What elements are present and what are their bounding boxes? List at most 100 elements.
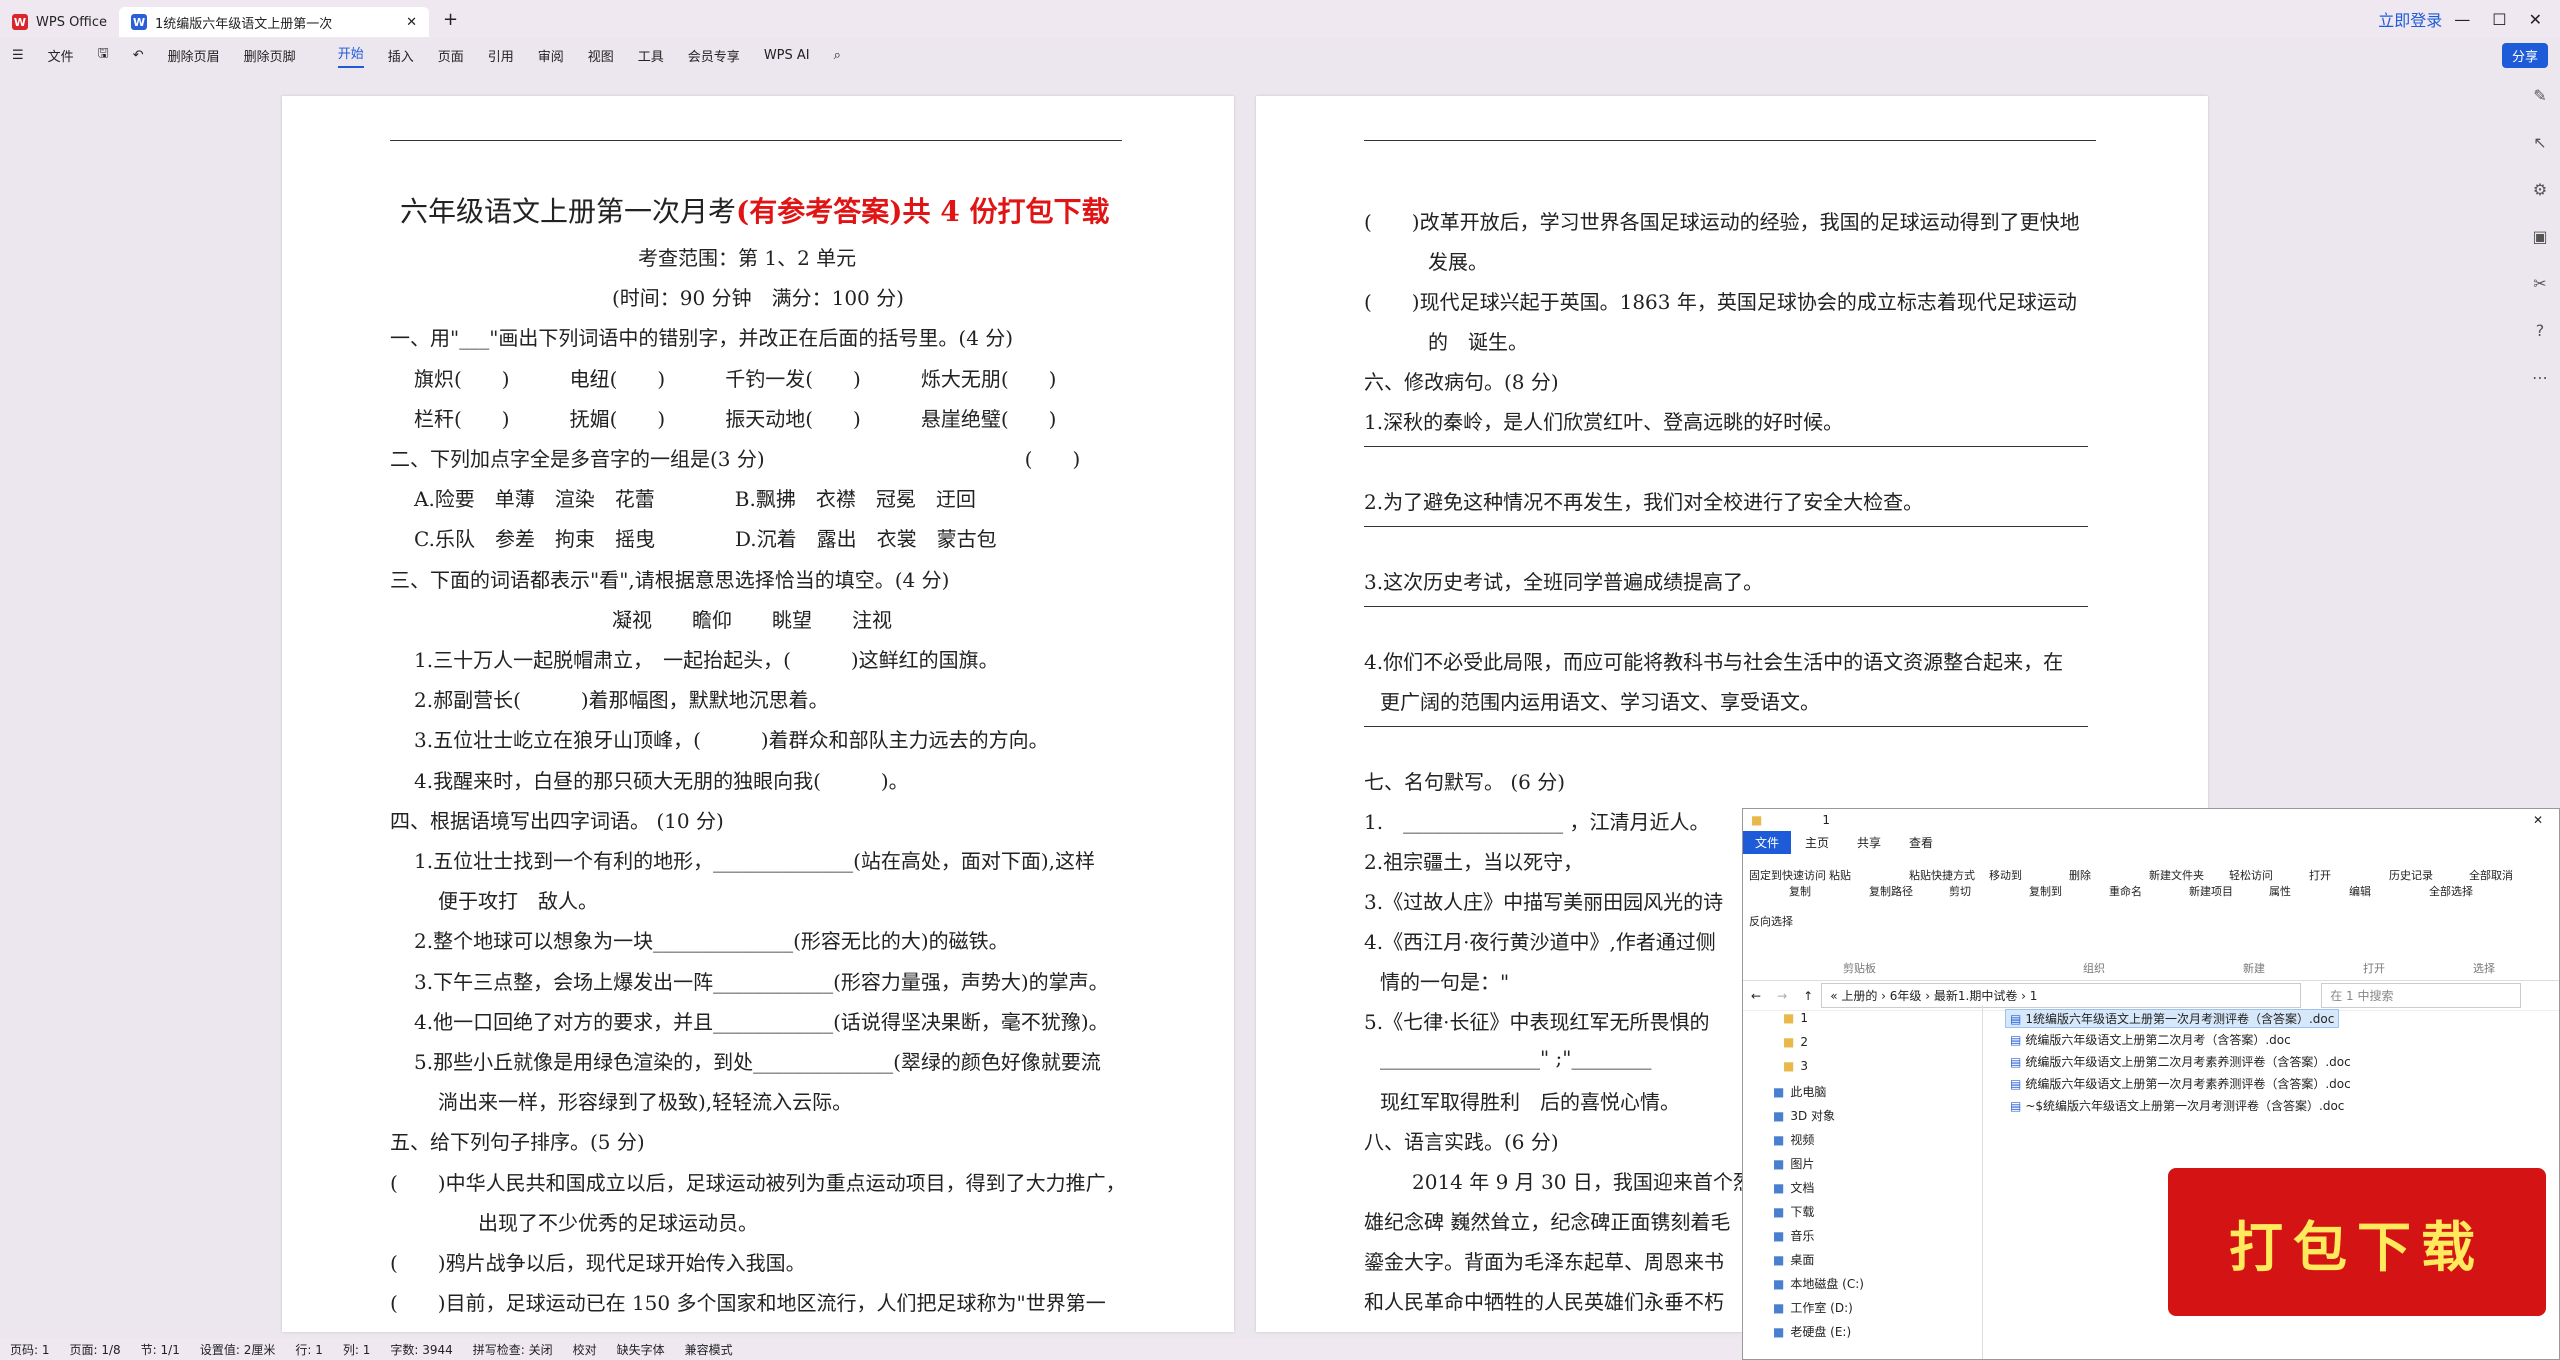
format-icon[interactable]: ▣ [2532,227,2547,246]
close-icon[interactable]: ✕ [406,15,417,30]
tab-document[interactable]: W 1统编版六年级语文上册第一次 ✕ [119,7,430,37]
window-close-icon[interactable]: ✕ [2529,10,2542,29]
pen-icon[interactable]: ✎ [2533,86,2546,105]
window-close-icon[interactable]: ✕ [2533,813,2543,827]
ribbon-action[interactable]: 删除 [2069,867,2091,883]
nav-item[interactable]: ■ 桌面 [1773,1251,1814,1268]
tab-home[interactable]: 开始 [337,43,364,68]
text-line: 和人民革命中牺牲的人民英雄们永垂不朽 [1364,1290,1724,1314]
login-link[interactable]: 立即登录 [2378,7,2442,31]
forward-icon[interactable]: → [1777,989,1787,1003]
folder-icon: ■ [1751,813,1763,827]
ribbon-action[interactable]: 移动到 [1989,867,2022,883]
minimize-icon[interactable]: — [2454,10,2470,29]
ribbon-action[interactable]: 固定到快速访问 [1749,867,1826,883]
text-line: 3.这次历史考试，全班同学普遍成绩提高了。 [1364,570,1764,594]
nav-item[interactable]: ■ 2 [1783,1035,1808,1049]
header-line [390,140,1122,141]
undo-icon[interactable]: ↶ [133,48,144,63]
back-icon[interactable]: ← [1751,989,1761,1003]
tab-page[interactable]: 页面 [438,46,464,65]
file-row[interactable]: ▤ ~$统编版六年级语文上册第一次月考测评卷（含答案）.doc [2005,1097,2349,1114]
tab-insert[interactable]: 插入 [388,46,414,65]
tab-member[interactable]: 会员专享 [688,46,740,65]
save-icon[interactable]: 🖫 [98,44,109,66]
tab-reference[interactable]: 引用 [488,46,514,65]
select-icon[interactable]: ↖ [2533,133,2546,152]
drive-icon: ■ [1773,1229,1785,1243]
share-button[interactable]: 分享 [2501,42,2548,68]
ribbon-action[interactable]: 复制路径 [1869,883,1913,899]
nav-item[interactable]: ■ 下载 [1773,1203,1814,1220]
nav-item-label: 此电脑 [1790,1085,1827,1099]
settings-icon[interactable]: ⚙ [2533,180,2547,199]
tab-tools[interactable]: 工具 [638,46,664,65]
text-line: 3.五位壮士屹立在狼牙山顶峰，( )着群众和部队主力远去的方向。 [414,728,1049,753]
ribbon-action[interactable]: 属性 [2269,883,2291,899]
file-menu[interactable]: 文件 [48,46,74,65]
text-line: 二、下列加点字全是多音字的一组是(3 分) ( ) [390,447,1081,471]
file-row[interactable]: ▤ 1统编版六年级语文上册第一次月考测评卷（含答案）.doc [2005,1009,2340,1028]
text-line: ( )中华人民共和国成立以后，足球运动被列为重点运动项目，得到了大力推广， [390,1170,1126,1195]
ribbon-action[interactable]: 反向选择 [1749,913,1793,929]
word-doc-icon: ▤ [2010,1012,2022,1026]
maximize-icon[interactable]: ☐ [2492,10,2506,29]
nav-item[interactable]: ■ 视频 [1773,1131,1814,1148]
file-row[interactable]: ▤ 统编版六年级语文上册第二次月考（含答案）.doc [2005,1031,2296,1048]
delete-footer-button[interactable]: 删除页脚 [244,46,296,65]
text-line: ( )目前，足球运动已在 150 多个国家和地区流行，人们把足球称为"世界第一 [390,1291,1106,1316]
nav-item-label: 本地磁盘 (C:) [1790,1277,1864,1291]
text-line: 旗炽( ) 电纽( ) 千钓一发( ) 烁大无朋( ) [414,366,1057,391]
search-icon[interactable]: ⌕ [834,48,841,63]
file-name: 统编版六年级语文上册第二次月考素养测评卷（含答案）.doc [2025,1055,2351,1069]
tab-view[interactable]: 视图 [588,46,614,65]
nav-item[interactable]: ■ 音乐 [1773,1227,1814,1244]
tab-review[interactable]: 审阅 [538,46,564,65]
file-row[interactable]: ▤ 统编版六年级语文上册第二次月考素养测评卷（含答案）.doc [2005,1053,2356,1070]
nav-item[interactable]: ■ 图片 [1773,1155,1814,1172]
help-icon[interactable]: ? [2536,321,2545,340]
text-line: 栏秆( ) 抚媚( ) 振天动地( ) 悬崖绝璧( ) [414,406,1057,431]
ribbon-group-label: 新建 [2243,962,2265,975]
nav-item[interactable]: ■ 1 [1783,1011,1808,1025]
ribbon-action[interactable]: 粘贴快捷方式 [1909,867,1975,883]
ribbon-action[interactable]: 全部取消 [2469,867,2513,883]
up-icon[interactable]: ↑ [1803,989,1813,1003]
tab-wps-office[interactable]: W WPS Office [0,7,119,37]
text-line: 4.我醒来时，白昼的那只硕大无朋的独眼向我( )。 [414,768,909,793]
nav-item[interactable]: ■ 文档 [1773,1179,1814,1196]
text-line: 2.祖宗疆土，当以死守， [1364,850,1584,874]
wps-ai-button[interactable]: WPS AI [764,48,810,63]
tools-icon[interactable]: ✂ [2533,274,2546,293]
download-badge[interactable]: 打包下载 [2168,1168,2546,1316]
more-icon[interactable]: ⋯ [2532,368,2548,387]
nav-item[interactable]: ■ 老硬盘 (E:) [1773,1323,1851,1340]
ribbon-toolbar: ☰ 文件 🖫 ↶ 删除页眉 删除页脚 开始 插入 页面 引用 审阅 视图 工具 … [0,38,2560,72]
menu-icon[interactable]: ☰ [12,48,24,63]
ribbon-action[interactable]: 轻松访问 [2229,867,2273,883]
word-doc-icon: ▤ [2010,1099,2022,1113]
file-row[interactable]: ▤ 统编版六年级语文上册第一次月考素养测评卷（含答案）.doc [2005,1075,2356,1092]
ribbon-action[interactable]: 编辑 [2349,883,2371,899]
ribbon-action[interactable]: 复制 [1789,883,1811,899]
ribbon-action[interactable]: 新建文件夹 [2149,867,2204,883]
ribbon-action[interactable]: 复制到 [2029,883,2062,899]
ribbon-action[interactable]: 打开 [2309,867,2331,883]
document-page-left[interactable]: 六年级语文上册第一次月考(有参考答案)共 4 份打包下载 考查范围：第 1、2 … [282,96,1234,1332]
ribbon-action[interactable]: 全部选择 [2429,883,2473,899]
new-tab-icon[interactable]: + [443,9,458,30]
ribbon-action[interactable]: 重命名 [2109,883,2142,899]
delete-header-button[interactable]: 删除页眉 [168,46,220,65]
nav-item[interactable]: ■ 本地磁盘 (C:) [1773,1275,1864,1292]
text-line: 出现了不少优秀的足球运动员。 [478,1210,758,1235]
ribbon-action[interactable]: 剪切 [1949,883,1971,899]
nav-item[interactable]: ■ 3 [1783,1059,1808,1073]
ribbon-action[interactable]: 粘贴 [1829,867,1851,883]
nav-item[interactable]: ■ 此电脑 [1773,1083,1826,1100]
text-line: 雄纪念碑 巍然耸立，纪念碑正面镌刻着毛 [1364,1210,1731,1234]
nav-item[interactable]: ■ 3D 对象 [1773,1107,1835,1124]
ribbon-action[interactable]: 新建项目 [2189,883,2233,899]
nav-item[interactable]: ■ 工作室 (D:) [1773,1299,1853,1316]
search-input[interactable]: 在 1 中搜索 [2321,983,2522,1008]
ribbon-action[interactable]: 历史记录 [2389,867,2433,883]
